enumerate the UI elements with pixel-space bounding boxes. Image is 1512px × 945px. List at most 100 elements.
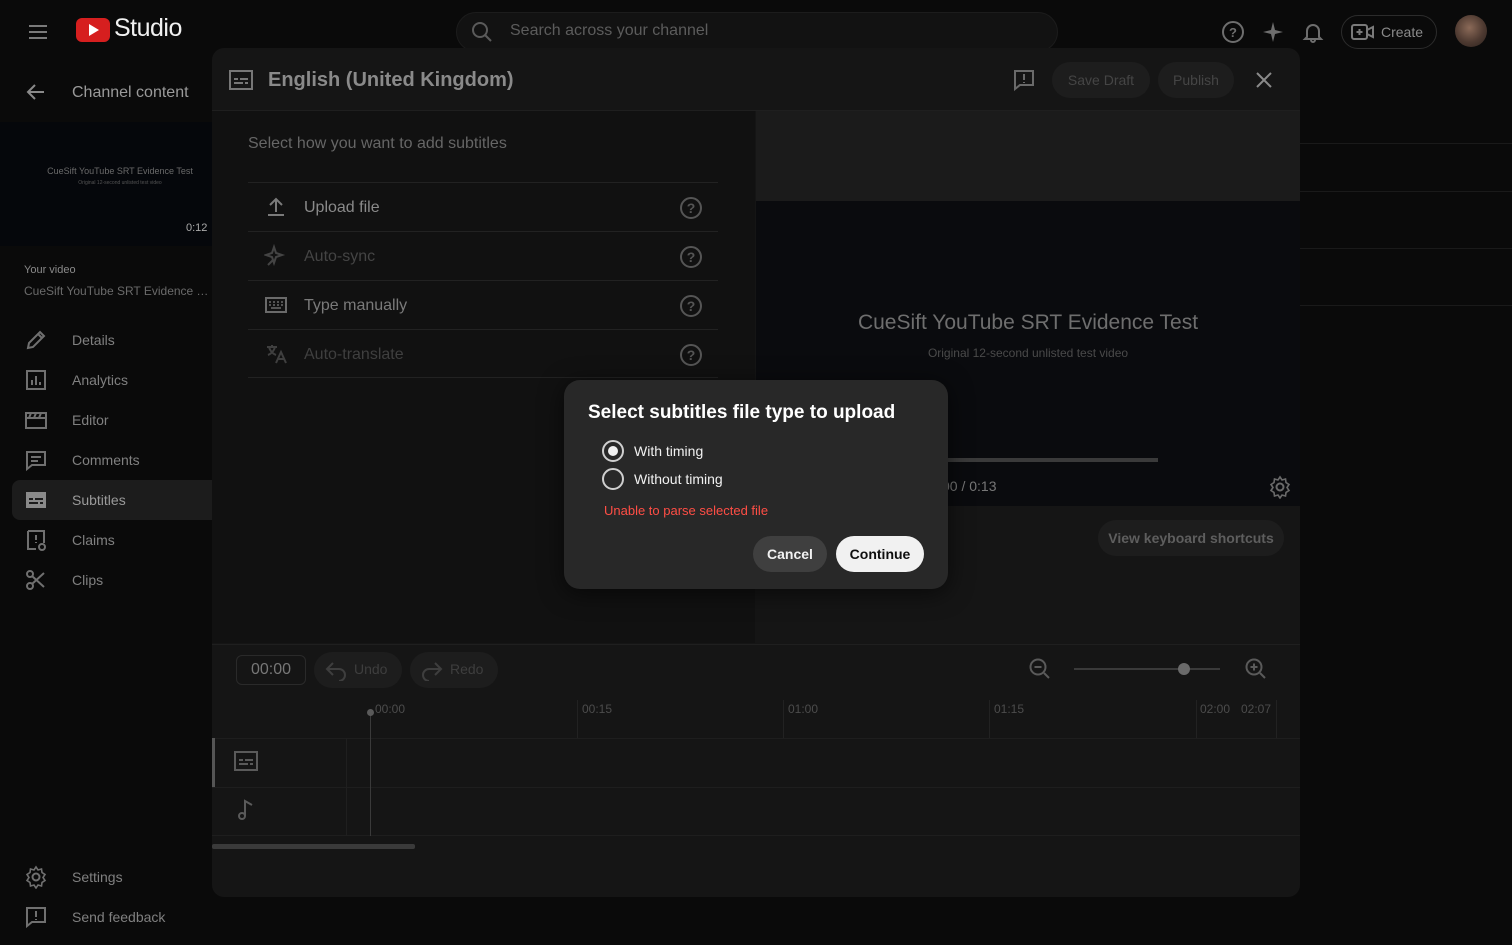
video-progress-bar[interactable] bbox=[948, 458, 1158, 462]
subtitles-icon bbox=[24, 488, 48, 512]
option-label: Upload file bbox=[304, 199, 380, 216]
clapperboard-icon bbox=[24, 408, 48, 432]
sidebar-item-label: Editor bbox=[72, 412, 109, 428]
with-timing-radio[interactable] bbox=[602, 440, 624, 462]
upload-file-option[interactable]: Upload file ? bbox=[248, 182, 718, 231]
video-preview-top bbox=[756, 111, 1300, 201]
report-issue-icon[interactable] bbox=[1012, 68, 1036, 92]
create-label: Create bbox=[1381, 24, 1424, 40]
sidebar-item-subtitles[interactable]: Subtitles bbox=[0, 480, 212, 520]
thumbnail-title: CueSift YouTube SRT Evidence Test bbox=[47, 166, 193, 176]
auto-sync-icon bbox=[264, 244, 288, 268]
feedback-icon bbox=[24, 905, 48, 929]
sidebar-item-label: Clips bbox=[72, 572, 104, 588]
keyboard-icon bbox=[264, 293, 288, 317]
current-time-input[interactable]: 00:00 bbox=[236, 655, 306, 685]
sidebar-item-details[interactable]: Details bbox=[0, 320, 212, 360]
help-icon[interactable]: ? bbox=[680, 246, 702, 268]
without-timing-radio-option[interactable]: Without timing bbox=[602, 468, 902, 492]
file-type-dialog: Select subtitles file type to upload Wit… bbox=[564, 380, 948, 589]
background-divider bbox=[1300, 143, 1512, 144]
track-selection-marker bbox=[212, 738, 215, 787]
with-timing-radio-option[interactable]: With timing bbox=[602, 440, 902, 464]
radio-label[interactable]: Without timing bbox=[634, 471, 723, 487]
help-icon[interactable]: ? bbox=[680, 197, 702, 219]
your-video-label: Your video bbox=[24, 264, 76, 276]
gear-icon bbox=[24, 865, 48, 889]
sidebar-item-label: Comments bbox=[72, 452, 140, 468]
scissors-icon bbox=[24, 568, 48, 592]
parse-error-message: Unable to parse selected file bbox=[604, 503, 769, 518]
ruler-label: 02:00 bbox=[1200, 702, 1231, 716]
option-label: Auto-translate bbox=[304, 346, 404, 363]
gear-icon[interactable] bbox=[1268, 475, 1292, 499]
ruler-tick bbox=[577, 700, 578, 738]
auto-translate-option[interactable]: Auto-translate ? bbox=[248, 329, 718, 378]
subtitle-track[interactable] bbox=[212, 738, 1300, 787]
sidebar-item-send-feedback[interactable]: Send feedback bbox=[0, 897, 212, 937]
background-divider bbox=[1300, 191, 1512, 192]
cancel-button[interactable]: Cancel bbox=[753, 536, 827, 572]
help-icon[interactable]: ? bbox=[680, 295, 702, 317]
playhead-handle[interactable] bbox=[367, 709, 374, 716]
playhead[interactable] bbox=[370, 712, 371, 836]
subtitles-icon bbox=[229, 70, 253, 90]
upload-icon bbox=[264, 195, 288, 219]
ruler-tick bbox=[1276, 700, 1277, 738]
ruler-label: 00:00 bbox=[375, 702, 406, 716]
redo-label: Redo bbox=[450, 661, 484, 677]
zoom-slider-thumb[interactable] bbox=[1178, 663, 1190, 675]
search-input[interactable]: Search across your channel bbox=[510, 22, 708, 40]
ruler-label: 01:15 bbox=[994, 702, 1025, 716]
thumbnail-duration: 0:12 bbox=[186, 222, 208, 234]
youtube-logo-icon[interactable] bbox=[76, 18, 110, 42]
translate-icon bbox=[264, 342, 288, 366]
type-manually-option[interactable]: Type manually ? bbox=[248, 280, 718, 329]
undo-label: Undo bbox=[354, 661, 388, 677]
help-icon[interactable]: ? bbox=[680, 344, 702, 366]
close-icon[interactable] bbox=[1252, 68, 1276, 92]
search-icon[interactable] bbox=[470, 20, 494, 44]
notifications-bell-icon[interactable] bbox=[1301, 20, 1325, 44]
avatar[interactable] bbox=[1455, 15, 1487, 47]
zoom-slider-track[interactable] bbox=[1074, 668, 1220, 670]
zoom-in-icon[interactable] bbox=[1244, 657, 1268, 681]
video-time-readout: 00 / 0:13 bbox=[942, 478, 997, 494]
dialog-title: Select subtitles file type to upload bbox=[588, 402, 896, 423]
menu-icon[interactable] bbox=[26, 20, 50, 44]
select-how-heading: Select how you want to add subtitles bbox=[248, 135, 507, 152]
ruler-tick bbox=[783, 700, 784, 738]
save-draft-button[interactable]: Save Draft bbox=[1052, 62, 1150, 98]
ruler-tick bbox=[1196, 700, 1197, 738]
publish-button[interactable]: Publish bbox=[1158, 62, 1234, 98]
sidebar-item-claims[interactable]: Claims bbox=[0, 520, 212, 560]
ruler-label: 02:07 bbox=[1241, 702, 1272, 716]
audio-track[interactable] bbox=[212, 787, 1300, 836]
track-header-divider bbox=[346, 738, 347, 836]
ruler-label: 00:15 bbox=[582, 702, 613, 716]
zoom-out-icon[interactable] bbox=[1028, 657, 1052, 681]
auto-sync-option[interactable]: Auto-sync ? bbox=[248, 231, 718, 280]
sidebar-item-editor[interactable]: Editor bbox=[0, 400, 212, 440]
continue-button[interactable]: Continue bbox=[836, 536, 924, 572]
back-arrow-icon[interactable] bbox=[24, 80, 48, 104]
sidebar-item-label: Details bbox=[72, 332, 115, 348]
sidebar-item-analytics[interactable]: Analytics bbox=[0, 360, 212, 400]
analytics-icon bbox=[24, 368, 48, 392]
sidebar-item-settings[interactable]: Settings bbox=[0, 857, 212, 897]
without-timing-radio[interactable] bbox=[602, 468, 624, 490]
sidebar-item-clips[interactable]: Clips bbox=[0, 560, 212, 600]
claims-icon bbox=[24, 528, 48, 552]
video-title-overlay: CueSift YouTube SRT Evidence Test bbox=[857, 311, 1199, 334]
channel-content-link[interactable]: Channel content bbox=[72, 84, 189, 102]
view-keyboard-shortcuts-button[interactable]: View keyboard shortcuts bbox=[1098, 520, 1284, 556]
timeline-scrollbar[interactable] bbox=[212, 844, 415, 849]
option-label: Type manually bbox=[304, 297, 408, 314]
undo-icon bbox=[324, 659, 348, 681]
sparkle-icon[interactable] bbox=[1261, 20, 1285, 44]
sidebar-item-label: Analytics bbox=[72, 372, 129, 388]
studio-logo-text[interactable]: Studio bbox=[114, 14, 182, 43]
radio-label[interactable]: With timing bbox=[634, 443, 703, 459]
sidebar-item-comments[interactable]: Comments bbox=[0, 440, 212, 480]
help-icon[interactable]: ? bbox=[1221, 20, 1245, 44]
